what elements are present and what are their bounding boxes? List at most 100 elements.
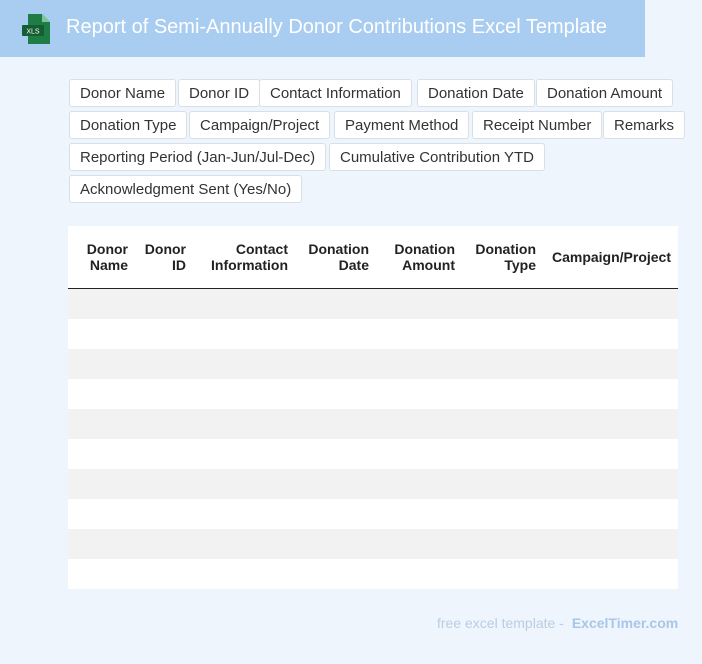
table-cell[interactable]: [462, 349, 543, 379]
table-cell[interactable]: [193, 529, 295, 559]
table-cell[interactable]: [376, 319, 462, 349]
header-line: Amount: [402, 257, 455, 273]
table-cell[interactable]: [193, 349, 295, 379]
table-row: [68, 288, 678, 319]
table-cell[interactable]: [295, 349, 376, 379]
table-cell[interactable]: [462, 319, 543, 349]
table-cell[interactable]: [135, 288, 193, 319]
table-cell[interactable]: [462, 409, 543, 439]
table-cell[interactable]: [193, 288, 295, 319]
table-cell[interactable]: [68, 288, 135, 319]
table-cell[interactable]: [295, 319, 376, 349]
table-cell[interactable]: [193, 409, 295, 439]
table-cell[interactable]: [135, 529, 193, 559]
table-cell[interactable]: [543, 349, 678, 379]
table-cell[interactable]: [462, 529, 543, 559]
table-cell[interactable]: [376, 559, 462, 589]
table-cell[interactable]: [462, 469, 543, 499]
table-row: [68, 499, 678, 529]
table-cell[interactable]: [193, 439, 295, 469]
tag-reporting-period: Reporting Period (Jan-Jun/Jul-Dec): [69, 143, 327, 171]
table-cell[interactable]: [543, 559, 678, 589]
table-cell[interactable]: [295, 559, 376, 589]
tag-acknowledgment-sent: Acknowledgment Sent (Yes/No): [69, 175, 303, 203]
table-cell[interactable]: [462, 559, 543, 589]
table-cell[interactable]: [376, 529, 462, 559]
table-cell[interactable]: [68, 319, 135, 349]
header-contact-information: Contact Information: [193, 226, 295, 289]
header-line: Donation: [475, 241, 536, 257]
table-cell[interactable]: [543, 529, 678, 559]
table-cell[interactable]: [68, 439, 135, 469]
table-cell[interactable]: [68, 469, 135, 499]
table-cell[interactable]: [68, 559, 135, 589]
table-cell[interactable]: [543, 288, 678, 319]
table-cell[interactable]: [135, 409, 193, 439]
table-cell[interactable]: [462, 379, 543, 409]
table-header-row: Donor Name Donor ID Contact Information Don…: [68, 226, 678, 289]
table-cell[interactable]: [543, 379, 678, 409]
table-cell[interactable]: [135, 349, 193, 379]
table-cell[interactable]: [135, 319, 193, 349]
table-cell[interactable]: [135, 379, 193, 409]
table-cell[interactable]: [193, 559, 295, 589]
table-cell[interactable]: [462, 499, 543, 529]
table-cell[interactable]: [135, 469, 193, 499]
xls-icon-label: XLS: [26, 29, 40, 36]
table-row: [68, 409, 678, 439]
table-cell[interactable]: [295, 439, 376, 469]
page-title: Report of Semi-Annually Donor Contributi…: [66, 16, 608, 38]
table-cell[interactable]: [295, 379, 376, 409]
table-cell[interactable]: [376, 439, 462, 469]
table-cell[interactable]: [543, 409, 678, 439]
table-cell[interactable]: [68, 409, 135, 439]
table-cell[interactable]: [462, 439, 543, 469]
tag-receipt-number: Receipt Number: [472, 111, 603, 139]
footer-brand-link[interactable]: ExcelTimer.com: [572, 615, 678, 631]
table-cell[interactable]: [135, 499, 193, 529]
table-cell[interactable]: [135, 439, 193, 469]
table-cell[interactable]: [68, 529, 135, 559]
table-row: [68, 529, 678, 559]
table-row: [68, 349, 678, 379]
table-cell[interactable]: [193, 379, 295, 409]
header-line: Information: [211, 257, 288, 273]
table-cell[interactable]: [295, 469, 376, 499]
header-donation-date: Donation Date: [295, 226, 376, 289]
footer: free excel template - ExcelTimer.com: [437, 615, 678, 631]
table-row: [68, 469, 678, 499]
header-line: Contact: [235, 241, 288, 257]
table-cell[interactable]: [462, 288, 543, 319]
table-cell[interactable]: [68, 499, 135, 529]
table-cell[interactable]: [376, 379, 462, 409]
header-line: ID: [172, 257, 186, 273]
table-cell[interactable]: [68, 379, 135, 409]
table-row: [68, 559, 678, 589]
table-cell[interactable]: [295, 529, 376, 559]
table-cell[interactable]: [68, 349, 135, 379]
table-cell[interactable]: [295, 499, 376, 529]
table-cell[interactable]: [376, 288, 462, 319]
header-line: Type: [504, 257, 536, 273]
table-cell[interactable]: [295, 409, 376, 439]
footer-text: free excel template -: [437, 615, 564, 631]
table-cell[interactable]: [543, 469, 678, 499]
tag-remarks: Remarks: [603, 111, 686, 139]
header-donation-type: Donation Type: [462, 226, 543, 289]
table-cell[interactable]: [193, 499, 295, 529]
table-cell[interactable]: [193, 469, 295, 499]
table-cell[interactable]: [543, 319, 678, 349]
table-cell[interactable]: [295, 288, 376, 319]
table-cell[interactable]: [135, 559, 193, 589]
table-cell[interactable]: [193, 319, 295, 349]
table-cell[interactable]: [543, 439, 678, 469]
xls-file-icon: XLS: [22, 14, 50, 44]
tag-donor-id: Donor ID: [178, 79, 261, 107]
table-cell[interactable]: [376, 409, 462, 439]
table-row: [68, 379, 678, 409]
table-cell[interactable]: [376, 499, 462, 529]
table-row: [68, 439, 678, 469]
table-cell[interactable]: [543, 499, 678, 529]
table-cell[interactable]: [376, 349, 462, 379]
table-cell[interactable]: [376, 469, 462, 499]
